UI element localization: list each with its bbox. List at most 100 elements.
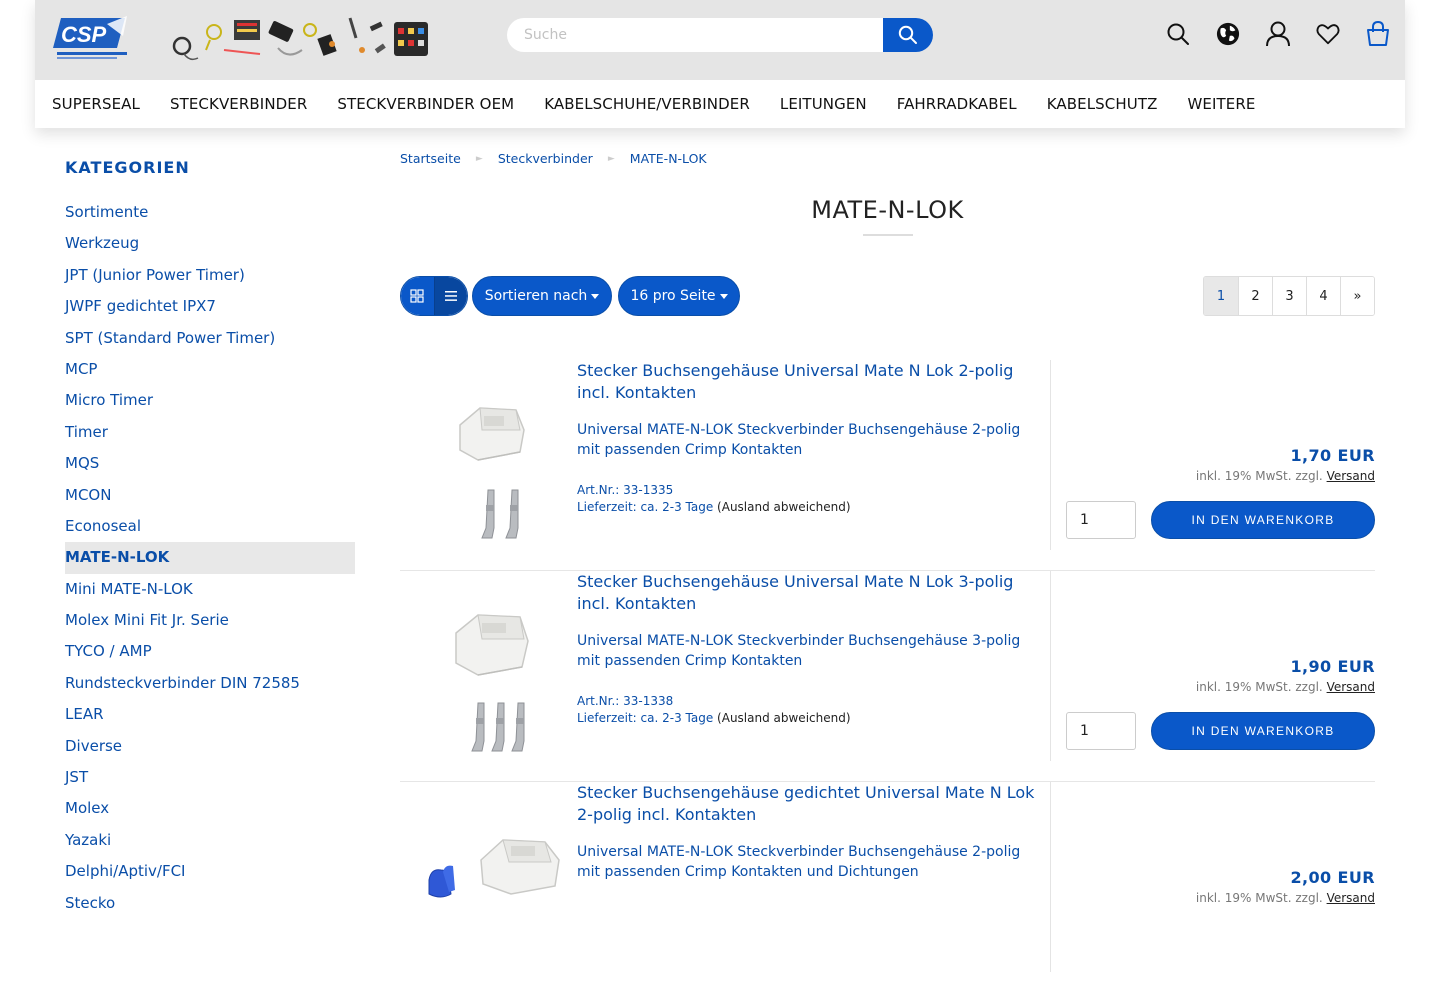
nav-item-kabelschutz[interactable]: KABELSCHUTZ [1047,95,1158,113]
breadcrumb: Startseite ► Steckverbinder ► MATE-N-LOK [400,151,1375,166]
category-item[interactable]: Micro Timer [65,385,355,416]
search-bar [507,18,933,52]
category-item[interactable]: MCP [65,354,355,385]
nav-item-fahrradkabel[interactable]: FAHRRADKABEL [897,95,1017,113]
caret-down-icon [591,293,600,299]
category-item[interactable]: SPT (Standard Power Timer) [65,323,355,354]
product-title[interactable]: Stecker Buchsengehäuse Universal Mate N … [577,571,1047,615]
nav-item-leitungen[interactable]: LEITUNGEN [780,95,867,113]
search-input[interactable] [507,18,883,52]
category-item[interactable]: Delphi/Aptiv/FCI [65,856,355,887]
article-number: Art.Nr.: 33-1335 [577,483,674,497]
product-description: Universal MATE-N-LOK Steckverbinder Buch… [577,422,1021,458]
list-view-button[interactable] [433,277,467,315]
breadcrumb-separator-icon: ► [475,153,483,164]
header-search-button[interactable] [1166,20,1190,48]
category-item[interactable]: Molex Mini Fit Jr. Serie [65,605,355,636]
shipping-link[interactable]: Versand [1327,680,1375,694]
product-image[interactable] [415,802,565,972]
per-page-dropdown[interactable]: 16 pro Seite [618,276,740,316]
search-icon [898,25,917,44]
nav-item-kabelschuhe[interactable]: KABELSCHUHE/VERBINDER [544,95,750,113]
category-item[interactable]: Molex [65,793,355,824]
category-item[interactable]: Stecko [65,888,355,919]
page-button-4[interactable]: 4 [1306,277,1340,315]
sidebar-title: KATEGORIEN [65,158,190,177]
shipping-link[interactable]: Versand [1327,891,1375,905]
product-title[interactable]: Stecker Buchsengehäuse gedichtet Univers… [577,782,1047,826]
delivery-note: (Ausland abweichend) [717,711,851,725]
globe-icon [1216,22,1240,46]
category-item[interactable]: Econoseal [65,511,355,542]
delivery-text: Lieferzeit: ca. 2-3 Tage [577,500,714,514]
nav-item-steckverbinder-oem[interactable]: STECKVERBINDER OEM [337,95,514,113]
delivery-text: Lieferzeit: ca. 2-3 Tage [577,711,714,725]
category-item[interactable]: Timer [65,417,355,448]
category-item[interactable]: Diverse [65,731,355,762]
product-divider [1050,360,1051,550]
product-title[interactable]: Stecker Buchsengehäuse Universal Mate N … [577,360,1047,404]
shop-logo[interactable]: CSP [53,14,131,62]
page-button-1[interactable]: 1 [1204,277,1238,315]
category-item[interactable]: Yazaki [65,825,355,856]
title-divider [862,234,913,236]
search-submit-button[interactable] [883,18,933,52]
heart-icon [1316,24,1340,45]
category-item[interactable]: Rundsteckverbinder DIN 72585 [65,668,355,699]
product-description: Universal MATE-N-LOK Steckverbinder Buch… [577,844,1021,880]
category-item[interactable]: LEAR [65,699,355,730]
vat-info: inkl. 19% MwSt. zzgl. Versand [1196,680,1375,694]
breadcrumb-home[interactable]: Startseite [400,151,461,166]
delivery-time: Lieferzeit: ca. 2-3 Tage (Ausland abweic… [577,499,1047,516]
product-divider [1050,782,1051,972]
search-icon [1167,23,1189,45]
account-button[interactable] [1266,20,1290,48]
product-image[interactable] [420,591,560,761]
product-image[interactable] [420,380,560,550]
top-bar: CSP [35,0,1405,80]
user-icon [1266,21,1290,47]
nav-item-steckverbinder[interactable]: STECKVERBINDER [170,95,307,113]
product-meta: Art.Nr.: 33-1335 Lieferzeit: ca. 2-3 Tag… [577,482,1047,516]
category-item[interactable]: Sortimente [65,197,355,228]
category-item[interactable]: MCON [65,480,355,511]
add-to-cart-button[interactable]: IN DEN WARENKORB [1151,712,1375,750]
breadcrumb-current[interactable]: MATE-N-LOK [630,151,707,166]
breadcrumb-steckverbinder[interactable]: Steckverbinder [498,151,593,166]
category-item[interactable]: Mini MATE-N-LOK [65,574,355,605]
product-banner-image [172,17,428,61]
product-info: Stecker Buchsengehäuse gedichtet Univers… [577,782,1047,882]
category-item[interactable]: JPT (Junior Power Timer) [65,260,355,291]
wishlist-button[interactable] [1316,20,1340,48]
page-button-2[interactable]: 2 [1238,277,1272,315]
grid-icon [410,289,424,303]
listing-toolbar: Sortieren nach 16 pro Seite 1 2 3 4 » [400,276,1375,316]
category-item[interactable]: MQS [65,448,355,479]
grid-view-button[interactable] [401,277,434,315]
category-item-active[interactable]: MATE-N-LOK [65,542,355,574]
product-info: Stecker Buchsengehäuse Universal Mate N … [577,571,1047,727]
vat-text: inkl. 19% MwSt. zzgl. [1195,891,1323,905]
sort-dropdown[interactable]: Sortieren nach [472,276,612,316]
list-icon [444,291,457,301]
shipping-link[interactable]: Versand [1327,469,1375,483]
product-price: 1,70 EUR [1290,446,1375,465]
article-number: Art.Nr.: 33-1338 [577,694,674,708]
category-item[interactable]: Werkzeug [65,228,355,259]
product-description: Universal MATE-N-LOK Steckverbinder Buch… [577,633,1021,669]
quantity-input[interactable] [1066,501,1136,539]
category-item[interactable]: JST [65,762,355,793]
product-price: 2,00 EUR [1290,868,1375,887]
breadcrumb-separator-icon: ► [607,153,615,164]
category-item[interactable]: TYCO / AMP [65,636,355,667]
svg-text:CSP: CSP [61,22,107,47]
language-button[interactable] [1216,20,1240,48]
nav-item-weitere[interactable]: WEITERE [1187,95,1255,113]
next-page-button[interactable]: » [1340,277,1374,315]
add-to-cart-button[interactable]: IN DEN WARENKORB [1151,501,1375,539]
page-button-3[interactable]: 3 [1272,277,1306,315]
cart-button[interactable] [1366,20,1390,48]
nav-item-superseal[interactable]: SUPERSEAL [52,95,140,113]
category-item[interactable]: JWPF gedichtet IPX7 [65,291,355,322]
quantity-input[interactable] [1066,712,1136,750]
